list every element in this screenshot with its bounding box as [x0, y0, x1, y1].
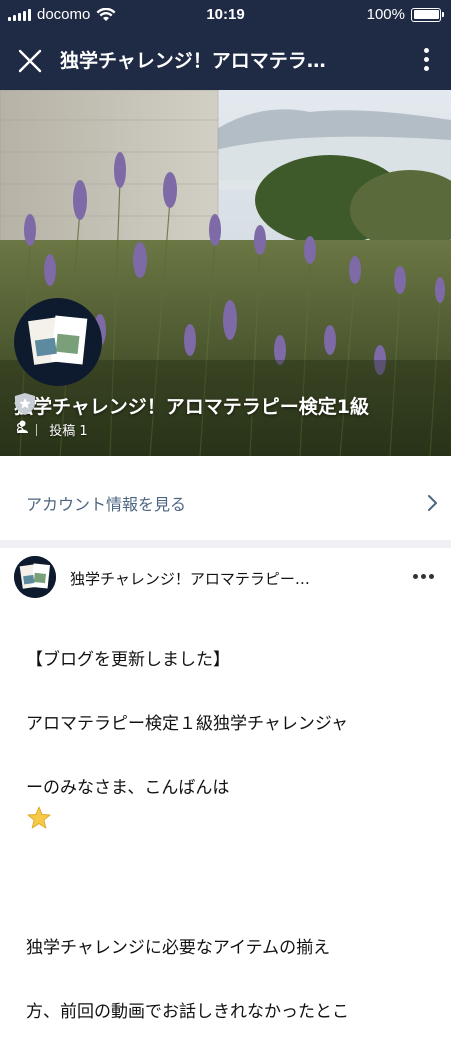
- post-line: 【ブログを更新しました】: [26, 650, 230, 670]
- status-right: 100%: [366, 6, 444, 23]
- post-body: 【ブログを更新しました】 アロマテラピー検定１級独学チャレンジャ ーのみなさま、…: [26, 612, 426, 1060]
- cover-image: 独学チャレンジ！アロマテラピー検定1級 8 投稿 1: [0, 90, 451, 456]
- post-line-with-emoji: ーのみなさま、こんばんは: [26, 772, 426, 836]
- header-title: 独学チャレンジ！アロマテラ…: [60, 50, 326, 72]
- post-line: 独学チャレンジに必要なアイテムの揃え: [26, 938, 331, 958]
- more-options-icon[interactable]: [415, 44, 437, 78]
- battery-icon: [411, 7, 444, 22]
- account-name: 独学チャレンジ！アロマテラピー検定1級: [14, 396, 370, 418]
- book-cover-thumbnail: [14, 556, 56, 598]
- post-line: 方、前回の動画でお話しきれなかったとこ: [26, 1002, 349, 1022]
- chevron-right-icon: [428, 495, 437, 511]
- close-icon[interactable]: [16, 47, 44, 75]
- post-line: アロマテラピー検定１級独学チャレンジャ: [26, 714, 348, 734]
- meta-separator: [36, 423, 38, 436]
- post-author-name[interactable]: 独学チャレンジ！アロマテラピー…: [70, 568, 370, 589]
- top-header: 独学チャレンジ！アロマテラ…: [0, 30, 451, 90]
- account-info-link[interactable]: アカウント情報を見る: [0, 470, 451, 536]
- book-cover-image: [17, 301, 99, 383]
- post-header: 独学チャレンジ！アロマテラピー…: [0, 548, 451, 608]
- cover-name-row: 独学チャレンジ！アロマテラピー検定1級: [14, 392, 369, 419]
- shield-icon: [15, 393, 35, 415]
- post-line-text: ーのみなさま、こんばんは: [26, 778, 230, 798]
- post-line: [26, 868, 426, 900]
- post-count: 投稿 1: [49, 424, 88, 439]
- post-author-avatar[interactable]: [14, 556, 56, 598]
- status-bar: docomo 10:19 100%: [0, 0, 451, 30]
- cover-meta: 8 投稿 1: [16, 420, 88, 439]
- account-info-label: アカウント情報を見る: [26, 495, 187, 514]
- person-icon: [17, 420, 28, 433]
- post-more-options-icon[interactable]: [413, 570, 437, 582]
- cover-avatar[interactable]: [14, 298, 102, 386]
- star-emoji-icon: [27, 806, 51, 829]
- battery-percentage: 100%: [366, 6, 405, 23]
- section-divider: [0, 540, 451, 548]
